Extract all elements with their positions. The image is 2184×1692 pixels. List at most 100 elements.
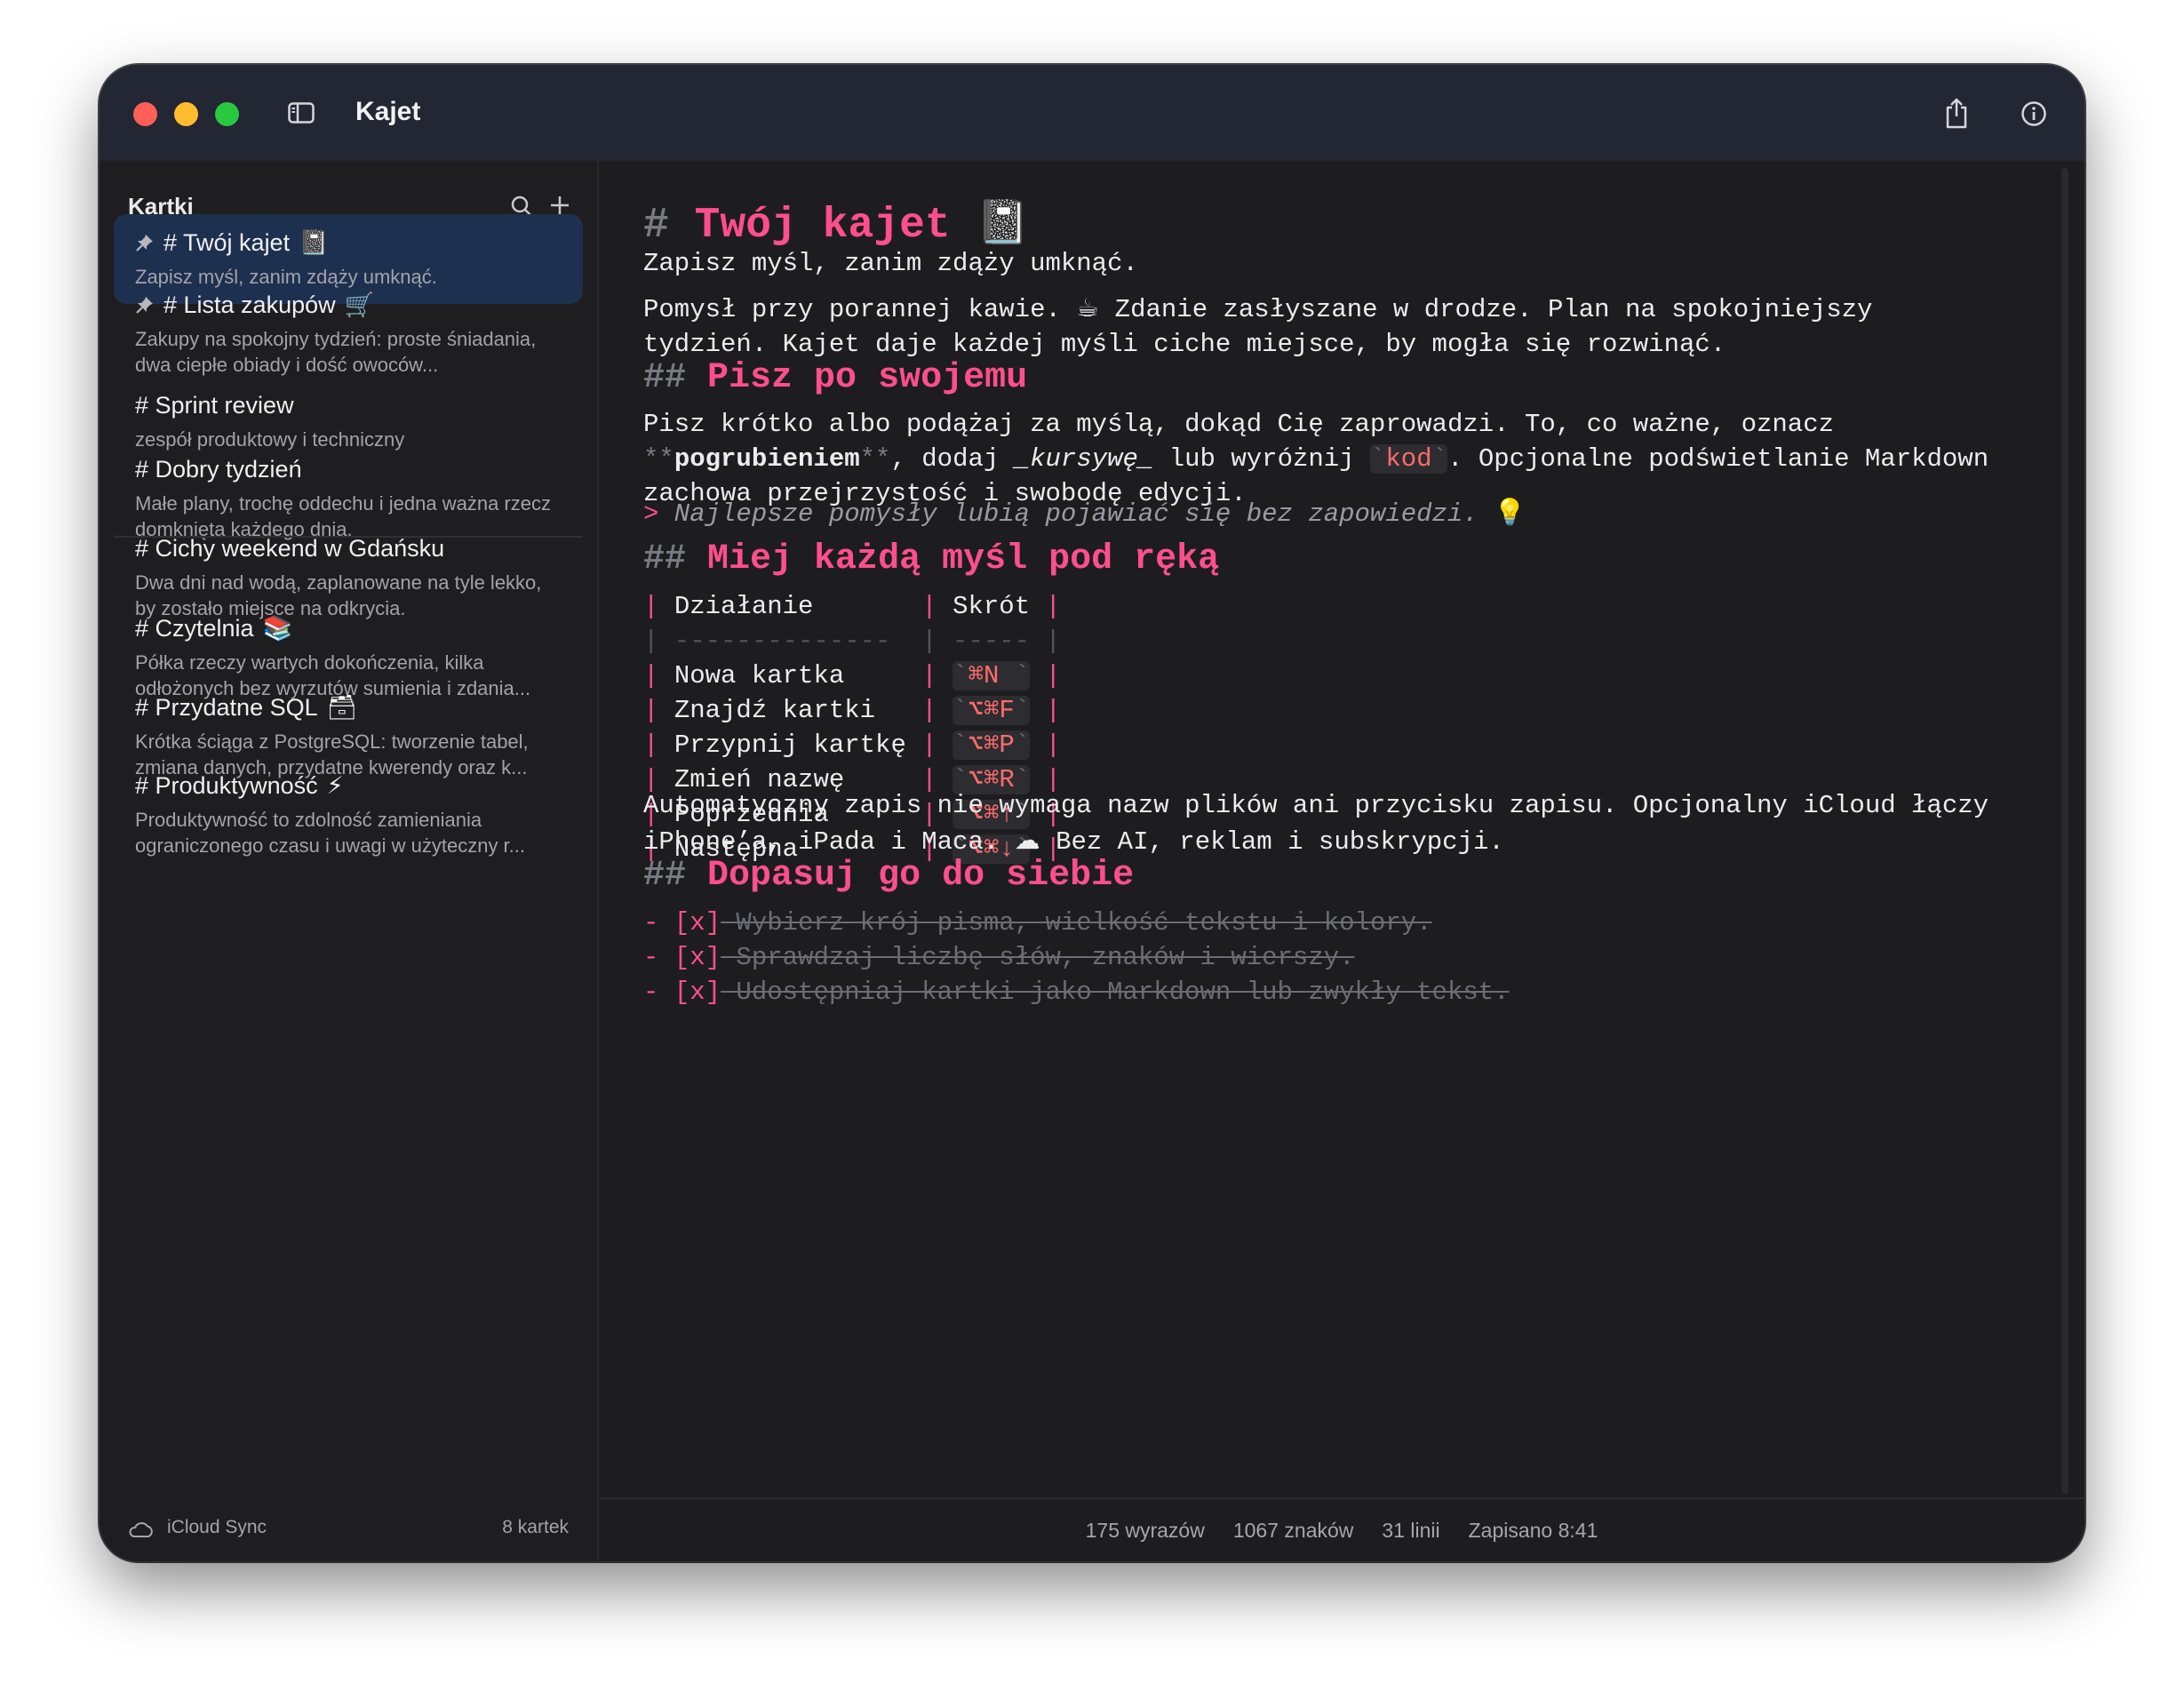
task-item[interactable]: - [x] Sprawdzaj liczbę słów, znaków i wi… bbox=[643, 940, 1355, 975]
text-span: Automatyczny zapis nie wymaga nazw plikó… bbox=[643, 791, 1989, 820]
task-text: Udostępniaj kartki jako Markdown lub zwy… bbox=[721, 978, 1510, 1007]
table-cell-shortcut: `⌥⌘P` bbox=[953, 730, 1031, 760]
italic-text: _kursywę_ bbox=[1014, 444, 1154, 474]
sidebar-toggle-icon[interactable] bbox=[288, 102, 315, 124]
word-count: 175 wyrazów bbox=[1085, 1518, 1205, 1542]
heading-text: Twój kajet bbox=[694, 202, 951, 250]
task-checkbox[interactable]: [x] bbox=[674, 943, 721, 972]
note-title-text: # Przydatne SQL bbox=[135, 693, 318, 721]
save-status: Zapisano 8:41 bbox=[1468, 1518, 1598, 1542]
pipe: | bbox=[1030, 730, 1062, 760]
bold-mark: ** bbox=[859, 444, 891, 474]
backtick: ` bbox=[1014, 696, 1031, 725]
backtick: ` bbox=[953, 661, 968, 690]
text-span: iPhone’a, iPada i Maca. bbox=[643, 827, 1015, 857]
task-dash: - bbox=[643, 908, 659, 938]
text-span: Pisz krótko albo podążaj za myślą, dokąd… bbox=[643, 410, 1835, 439]
note-title-text: # Sprint review bbox=[135, 392, 294, 419]
table-cell-action: Przypnij kartkę bbox=[674, 730, 922, 760]
shortcut-keys: ⌥⌘P bbox=[968, 730, 1015, 760]
pin-icon bbox=[136, 235, 153, 251]
backtick: ` bbox=[953, 730, 968, 760]
table-cell-shortcut: `⌥⌘F` bbox=[953, 696, 1031, 725]
note-title: # Czytelnia 📚 bbox=[135, 614, 562, 643]
heading-2-write: ## Pisz po swojemu bbox=[643, 358, 1027, 398]
task-text: Wybierz krój pisma, wielkość tekstu i ko… bbox=[721, 908, 1432, 938]
task-dash: - bbox=[643, 943, 659, 972]
text-span: tydzień. Kajet daje każdej myśli ciche m… bbox=[643, 330, 1726, 359]
notes-sidebar: Kartki # Twój kajet 📓 Zapisz myśl, zanim z… bbox=[100, 161, 599, 1561]
table-header-shortcut: Skrót bbox=[953, 592, 1046, 621]
note-title: # Twój kajet 📓 bbox=[135, 228, 562, 257]
text-span: Zdanie zasłyszane w drodze. Plan na spok… bbox=[1099, 295, 1873, 324]
backtick: ` bbox=[1431, 444, 1448, 474]
paragraph-2: Pomysł przy porannej kawie. ☕ Zdanie zas… bbox=[643, 291, 1872, 362]
text-span: lub wyróżnij bbox=[1153, 444, 1370, 474]
table-cell-action: Nowa kartka bbox=[674, 661, 922, 690]
heading-2-hand: ## Miej każdą myśl pod ręką bbox=[643, 539, 1219, 579]
info-icon[interactable] bbox=[2021, 100, 2047, 127]
code-text: kod bbox=[1385, 444, 1432, 474]
note-title-text: # Cichy weekend w Gdańsku bbox=[135, 535, 445, 562]
pipe: | bbox=[921, 661, 953, 690]
note-title-text: # Dobry tydzień bbox=[135, 456, 302, 483]
text-span: Bez AI, reklam i subskrypcji. bbox=[1040, 827, 1504, 857]
backtick: ` bbox=[1014, 730, 1031, 760]
task-dash: - bbox=[643, 978, 659, 1007]
lightbulb-emoji: 💡 bbox=[1494, 497, 1526, 527]
sidebar-footer: iCloud Sync 8 kartek bbox=[100, 1499, 597, 1561]
char-count: 1067 znaków bbox=[1232, 1518, 1354, 1542]
backtick: ` bbox=[1369, 444, 1386, 474]
bold-mark: ** bbox=[643, 444, 674, 474]
task-checkbox[interactable]: [x] bbox=[674, 978, 721, 1007]
task-item[interactable]: - [x] Wybierz krój pisma, wielkość tekst… bbox=[643, 906, 1432, 940]
note-title-text: # Twój kajet bbox=[163, 228, 291, 256]
pipe: | bbox=[921, 592, 953, 621]
note-title: # Przydatne SQL 🗃 bbox=[135, 693, 562, 722]
heading-text: Miej każdą myśl pod ręką bbox=[707, 539, 1220, 579]
editor-scrollbar[interactable] bbox=[2061, 168, 2068, 1494]
note-emoji: 📓 bbox=[299, 229, 329, 257]
coffee-emoji: ☕ bbox=[1076, 292, 1100, 323]
notebook-emoji: 📓 bbox=[976, 197, 1030, 247]
heading-mark: # bbox=[643, 202, 669, 250]
pipe: | bbox=[643, 730, 674, 760]
pipe: | bbox=[643, 592, 674, 621]
note-emoji: 🗃 bbox=[326, 694, 357, 722]
sync-status[interactable]: iCloud Sync bbox=[167, 1517, 267, 1538]
pipe: | bbox=[1045, 592, 1061, 621]
note-title: # Lista zakupów 🛒 bbox=[135, 291, 562, 319]
markdown-editor[interactable]: # Twój kajet 📓 Zapisz myśl, zanim zdąży … bbox=[599, 161, 2084, 1561]
heading-text: Dopasuj go do siebie bbox=[707, 856, 1135, 896]
table-row: | Przypnij kartkę | `⌥⌘P` | bbox=[643, 728, 1061, 762]
line-count: 31 linii bbox=[1382, 1518, 1440, 1542]
inline-code: `kod` bbox=[1369, 444, 1448, 474]
note-item[interactable]: # Produktywność ⚡ Produktywność to zdolnoś… bbox=[114, 758, 583, 873]
cloud-icon bbox=[129, 1522, 153, 1537]
note-emoji: 📚 bbox=[262, 615, 293, 642]
close-window-button[interactable] bbox=[133, 102, 157, 126]
note-title-text: # Lista zakupów bbox=[163, 291, 336, 318]
text-span: , dodaj bbox=[890, 444, 1015, 474]
text-span: Pomysł przy porannej kawie. bbox=[643, 295, 1077, 324]
share-icon[interactable] bbox=[1943, 97, 1970, 129]
note-title: # Produktywność ⚡ bbox=[135, 772, 562, 800]
text-span: . Opcjonalne podświetlanie Markdown bbox=[1447, 444, 1989, 474]
table-header-action: Działanie bbox=[674, 592, 922, 621]
note-item[interactable]: # Lista zakupów 🛒 Zakupy na spokojny tydzi… bbox=[114, 276, 583, 392]
blockquote: > Najlepsze pomysły lubią pojawiać się b… bbox=[643, 495, 1526, 531]
cloud-emoji: ☁ bbox=[1014, 825, 1040, 855]
paragraph-intro: Zapisz myśl, zanim zdąży umknąć. bbox=[643, 249, 1138, 278]
note-preview: Zakupy na spokojny tydzień: proste śniad… bbox=[135, 328, 537, 376]
task-item[interactable]: - [x] Udostępniaj kartki jako Markdown l… bbox=[643, 975, 1510, 1010]
table-cell-action: Znajdź kartki bbox=[674, 696, 922, 725]
minimize-window-button[interactable] bbox=[174, 102, 198, 126]
zoom-window-button[interactable] bbox=[215, 102, 239, 126]
note-title: # Dobry tydzień bbox=[135, 456, 562, 483]
heading-mark: ## bbox=[643, 539, 687, 579]
task-checkbox[interactable]: [x] bbox=[674, 908, 721, 938]
bold-text: pogrubieniem bbox=[674, 444, 860, 474]
pipe: | bbox=[643, 661, 674, 690]
heading-2-customize: ## Dopasuj go do siebie bbox=[643, 856, 1134, 896]
